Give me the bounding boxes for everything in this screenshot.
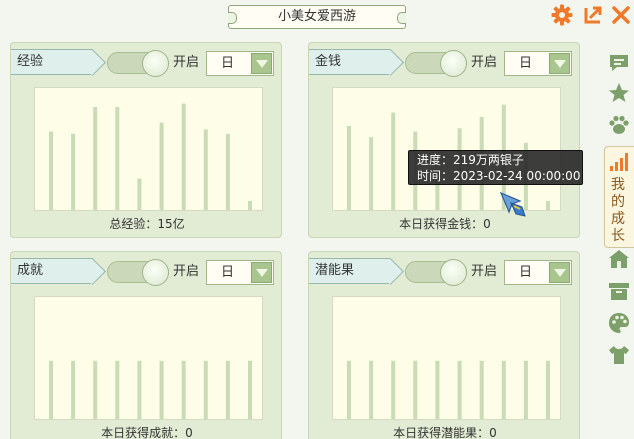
dropdown-value: 日 — [519, 56, 533, 71]
right-sidebar: 我的成长 — [604, 44, 634, 439]
panel-tag: 经验 — [11, 49, 93, 75]
achievement-chart — [34, 296, 263, 420]
period-dropdown[interactable]: 日 — [206, 260, 274, 285]
chart-bar[interactable] — [391, 360, 396, 419]
experience-panel: 经验 开启 日 总经验：15亿 — [10, 42, 282, 238]
box-icon[interactable] — [606, 278, 632, 304]
chart-bar[interactable] — [457, 360, 462, 419]
chart-bar[interactable] — [248, 360, 252, 419]
chart-tooltip: 进度：219万两银子 时间：2023-02-24 00:00:00 — [408, 150, 583, 185]
period-dropdown[interactable]: 日 — [206, 51, 274, 76]
chevron-down-icon — [549, 53, 570, 74]
panel-tag: 金钱 — [309, 49, 391, 75]
chevron-down-icon — [549, 262, 570, 283]
toggle-label: 开启 — [471, 264, 498, 279]
chart-bar[interactable] — [225, 360, 230, 419]
chart-bar[interactable] — [93, 107, 98, 210]
potential-fruit-panel: 潜能果 开启 日 本日获得潜能果：0 — [308, 251, 580, 439]
potential-fruit-chart — [332, 296, 561, 420]
shirt-icon[interactable] — [606, 342, 632, 368]
enable-toggle[interactable] — [107, 50, 169, 77]
gem-cursor-icon — [498, 190, 528, 220]
enable-toggle[interactable] — [405, 259, 467, 286]
toggle-label: 开启 — [471, 55, 498, 70]
chart-bar[interactable] — [413, 360, 418, 419]
panel-footer: 本日获得金钱：0 — [399, 217, 491, 231]
toggle-knob — [142, 259, 169, 286]
chart-bar[interactable] — [159, 360, 164, 419]
toggle-label: 开启 — [173, 264, 200, 279]
bar-chart — [49, 103, 252, 210]
close-icon[interactable] — [610, 4, 632, 26]
chart-bar[interactable] — [159, 122, 164, 210]
chart-bar[interactable] — [479, 360, 484, 419]
chart-bar[interactable] — [115, 107, 120, 210]
toggle-knob — [440, 50, 467, 77]
chart-bar[interactable] — [347, 360, 351, 419]
house-icon[interactable] — [606, 246, 632, 272]
chart-bar[interactable] — [49, 131, 53, 210]
chart-bar[interactable] — [347, 126, 351, 210]
panel-footer: 总经验：15亿 — [109, 217, 185, 231]
chart-bar[interactable] — [137, 178, 142, 210]
panel-footer: 本日获得潜能果：0 — [393, 426, 497, 439]
growth-window: 小美女爱西游 经验 开启 日 总经验：15亿 金钱 开启 日 本日获得金钱：0 … — [0, 0, 634, 439]
chart-bar[interactable] — [546, 201, 550, 210]
dropdown-value: 日 — [519, 265, 533, 280]
tooltip-progress: 进度：219万两银子 — [417, 153, 524, 167]
popout-arrow-icon[interactable] — [582, 4, 604, 26]
panel-tag: 潜能果 — [309, 258, 391, 284]
toggle-label: 开启 — [173, 55, 200, 70]
sidebar-item-label: 我的成长 — [611, 177, 625, 244]
period-dropdown[interactable]: 日 — [504, 51, 572, 76]
settings-gear-icon[interactable] — [551, 4, 573, 26]
paw-icon[interactable] — [606, 112, 632, 138]
chart-bar[interactable] — [93, 360, 98, 419]
growth-bars-icon — [608, 151, 630, 177]
bar-chart — [347, 360, 550, 419]
dropdown-value: 日 — [221, 265, 235, 280]
bar-chart — [49, 360, 252, 419]
chart-bar[interactable] — [49, 360, 53, 419]
panel-tag: 成就 — [11, 258, 93, 284]
panel-footer: 本日获得成就：0 — [101, 426, 193, 439]
chart-bar[interactable] — [391, 112, 396, 210]
chart-bar[interactable] — [523, 360, 528, 419]
palette-icon[interactable] — [606, 310, 632, 336]
star-icon[interactable] — [606, 80, 632, 106]
chart-bar[interactable] — [248, 201, 252, 210]
chart-bar[interactable] — [203, 129, 208, 210]
toggle-knob — [440, 259, 467, 286]
enable-toggle[interactable] — [405, 50, 467, 77]
chevron-down-icon — [251, 262, 272, 283]
chart-bar[interactable] — [71, 360, 76, 419]
chart-bar[interactable] — [115, 360, 120, 419]
money-panel: 金钱 开启 日 本日获得金钱：0 — [308, 42, 580, 238]
message-icon[interactable] — [606, 50, 632, 76]
chart-bar[interactable] — [181, 103, 186, 210]
window-title: 小美女爱西游 — [228, 5, 406, 29]
chart-bar[interactable] — [71, 133, 76, 210]
chart-bar[interactable] — [435, 360, 440, 419]
experience-chart — [34, 87, 263, 211]
achievement-panel: 成就 开启 日 本日获得成就：0 — [10, 251, 282, 439]
chart-bar[interactable] — [181, 360, 186, 419]
dropdown-value: 日 — [221, 56, 235, 71]
toggle-knob — [142, 50, 169, 77]
chart-bar[interactable] — [137, 360, 142, 419]
enable-toggle[interactable] — [107, 259, 169, 286]
chart-bar[interactable] — [203, 360, 208, 419]
chart-bar[interactable] — [501, 360, 506, 419]
tooltip-time: 时间：2023-02-24 00:00:00 — [417, 169, 581, 183]
period-dropdown[interactable]: 日 — [504, 260, 572, 285]
chart-bar[interactable] — [369, 360, 374, 419]
sidebar-item-my-growth[interactable]: 我的成长 — [604, 146, 634, 248]
chart-bar[interactable] — [225, 133, 230, 210]
chart-bar[interactable] — [369, 137, 374, 210]
chart-bar[interactable] — [546, 360, 550, 419]
chevron-down-icon — [251, 53, 272, 74]
